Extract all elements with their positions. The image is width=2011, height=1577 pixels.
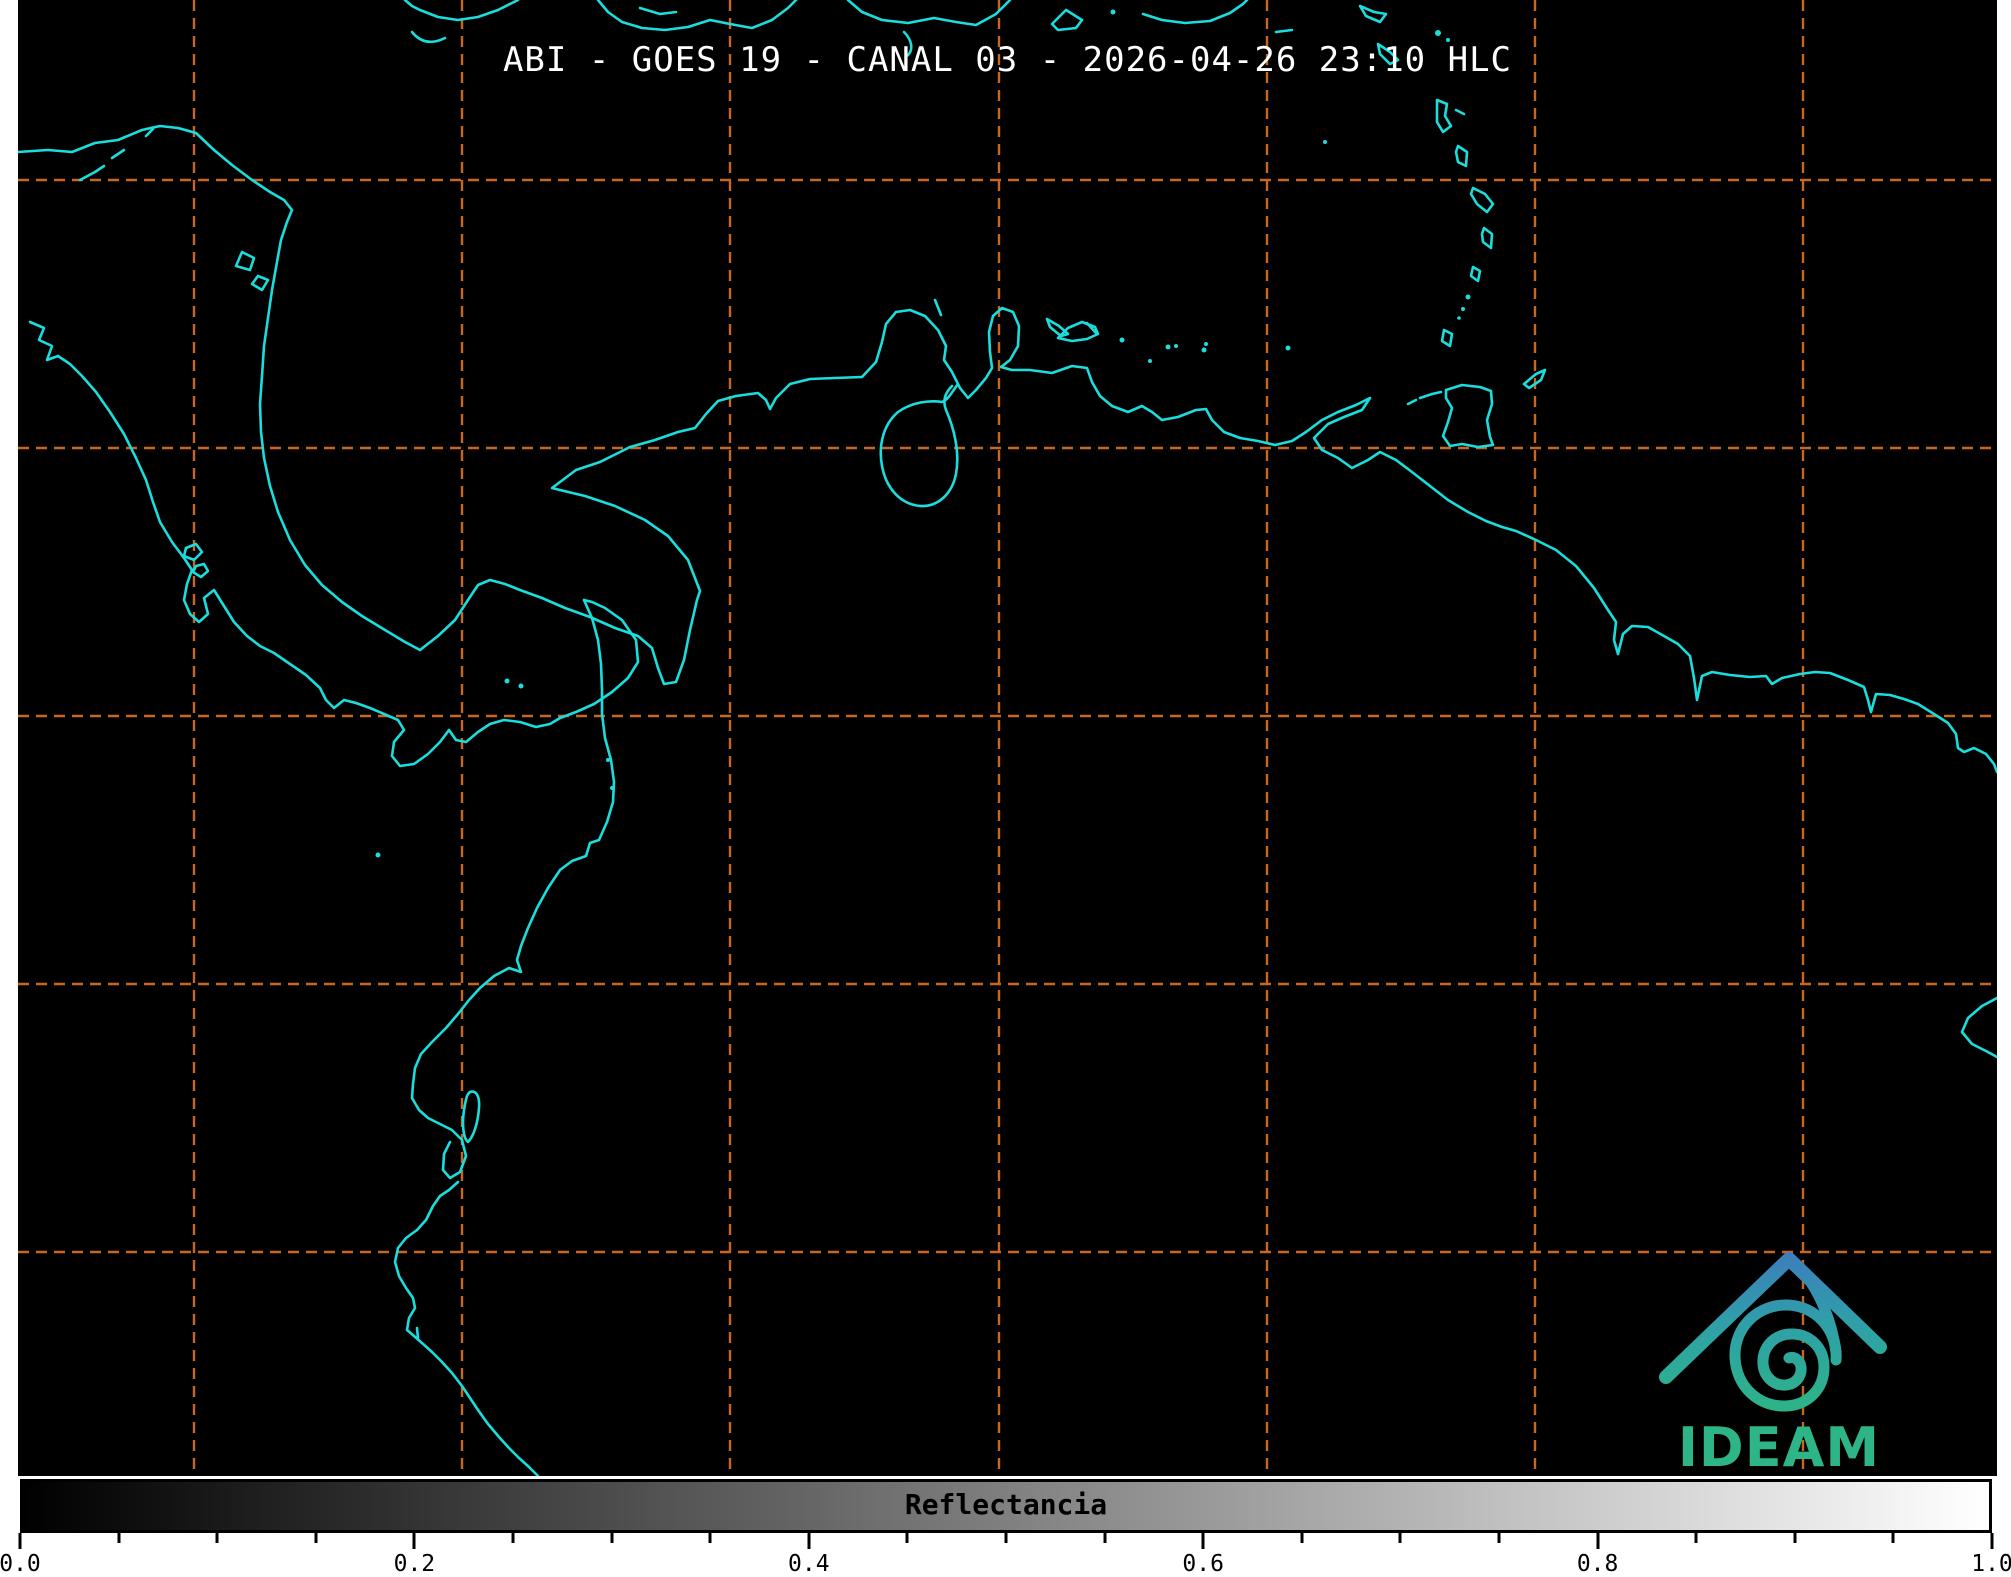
colorbar-minor-tick — [512, 1533, 515, 1543]
colorbar-minor-tick — [1399, 1533, 1402, 1543]
colorbar-minor-tick — [1892, 1533, 1895, 1543]
colorbar-minor-tick — [1103, 1533, 1106, 1543]
reflectance-colorbar: Reflectancia — [20, 1479, 1992, 1533]
colorbar-minor-tick — [216, 1533, 219, 1543]
colorbar-minor-tick — [1300, 1533, 1303, 1543]
satellite-image-page: ABI - GOES 19 - CANAL 03 - 2026-04-26 23… — [0, 0, 2011, 1577]
colorbar-minor-tick — [610, 1533, 613, 1543]
colorbar-minor-tick — [1005, 1533, 1008, 1543]
colorbar-major-tick — [1202, 1533, 1205, 1549]
colorbar-tick-label: 0.6 — [1182, 1551, 1224, 1577]
colorbar-minor-tick — [1695, 1533, 1698, 1543]
colorbar-major-tick — [19, 1533, 22, 1549]
colorbar-major-tick — [807, 1533, 810, 1549]
colorbar-tick-label: 0.2 — [394, 1551, 436, 1577]
colorbar-tick-label: 0.8 — [1577, 1551, 1619, 1577]
colorbar-minor-tick — [906, 1533, 909, 1543]
colorbar-minor-tick — [314, 1533, 317, 1543]
colorbar-label: Reflectancia — [23, 1488, 1989, 1521]
colorbar-tick-label: 0.4 — [788, 1551, 830, 1577]
map-canvas — [18, 0, 1997, 1476]
colorbar-minor-tick — [117, 1533, 120, 1543]
colorbar-major-tick — [413, 1533, 416, 1549]
colorbar-minor-tick — [1793, 1533, 1796, 1543]
colorbar-minor-tick — [1498, 1533, 1501, 1543]
colorbar-major-tick — [1596, 1533, 1599, 1549]
page-title: ABI - GOES 19 - CANAL 03 - 2026-04-26 23… — [18, 40, 1997, 80]
colorbar-minor-tick — [709, 1533, 712, 1543]
colorbar-major-tick — [1991, 1533, 1994, 1549]
colorbar-tick-label: 1.0 — [1971, 1551, 2011, 1577]
colorbar-tick-label: 0.0 — [0, 1551, 41, 1577]
ideam-logo-text: IDEAM — [1678, 1416, 1880, 1479]
